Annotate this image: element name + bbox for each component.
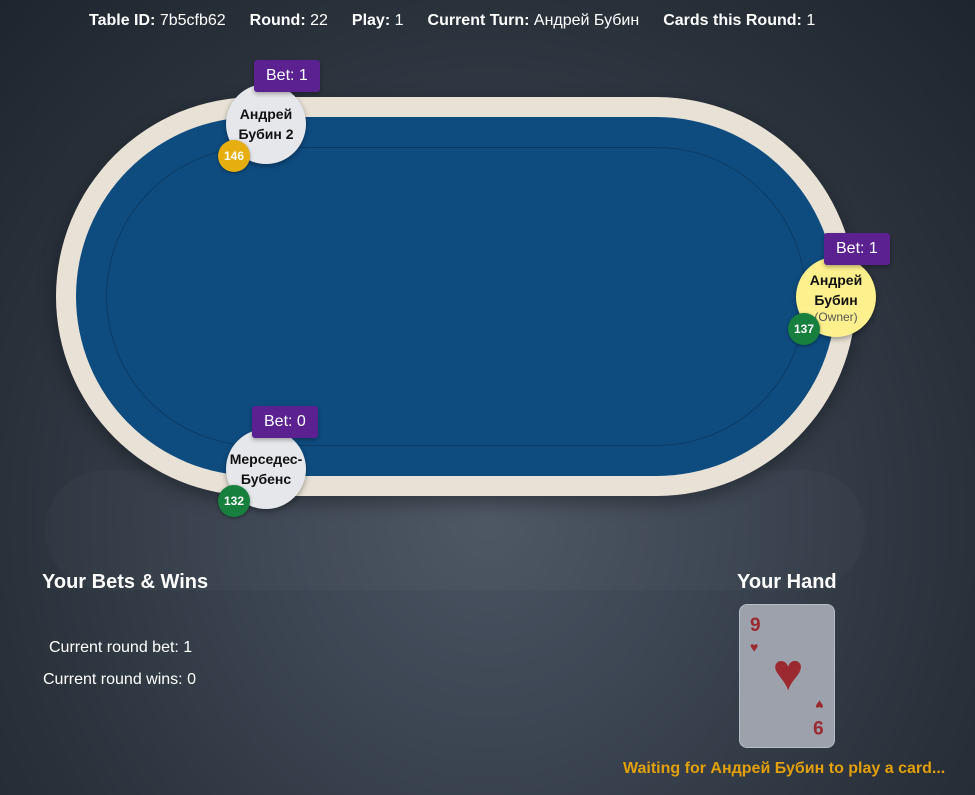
play-indicator: Play: 1	[351, 12, 404, 29]
player-score-chip: 132	[218, 485, 250, 517]
current-turn: Current Turn: Андрей Бубин	[427, 12, 640, 29]
player-bet-badge: Bet: 1	[254, 60, 320, 92]
player-score-chip: 146	[218, 140, 250, 172]
card-rank: 9	[750, 615, 761, 636]
player-score-chip: 137	[788, 313, 820, 345]
player-name: Андрей Бубин 2	[238, 106, 294, 142]
player-bet-badge: Bet: 0	[252, 406, 318, 438]
waiting-status-message: Waiting for Андрей Бубин to play a card.…	[623, 760, 946, 777]
player-bet-badge: Bet: 1	[824, 233, 890, 265]
owner-tag: (Owner)	[814, 310, 858, 324]
heart-icon: ♥	[772, 644, 804, 702]
card-rank-bottom: 9	[813, 716, 824, 737]
heart-icon: ♥	[815, 697, 824, 713]
bets-wins-title: Your Bets & Wins	[42, 571, 209, 593]
game-info-header: Table ID: 7b5cfb62 Round: 22 Play: 1 Cur…	[89, 11, 815, 31]
cards-this-round: Cards this Round: 1	[663, 12, 816, 29]
hand-card-9-hearts[interactable]: 9 ♥ ♥ 9 ♥	[739, 604, 835, 748]
player-name: Андрей Бубин	[809, 272, 863, 308]
table-id: Table ID: 7b5cfb62	[89, 12, 226, 29]
player-name: Мерседес-Бубенс	[229, 451, 303, 487]
current-round-bet: Current round bet: 1	[49, 639, 193, 656]
current-round-wins: Current round wins: 0	[43, 671, 196, 688]
round-indicator: Round: 22	[249, 12, 328, 29]
table-inner-line	[106, 147, 806, 446]
card-bottom-corner: 9 ♥	[813, 697, 824, 737]
your-hand-title: Your Hand	[737, 571, 837, 593]
